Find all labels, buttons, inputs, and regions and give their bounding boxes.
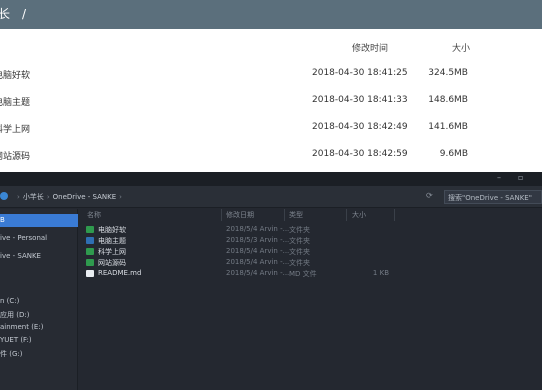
file-name: 科学上网: [98, 248, 126, 256]
file-row[interactable]: 电脑主题 2018/5/3 Arvin -... 文件夹: [79, 235, 542, 246]
web-file-size: 324.5MB: [428, 68, 468, 78]
breadcrumb-separator: /: [22, 7, 27, 21]
web-file-row[interactable]: 电脑主题 2018-04-30 18:41:33 148.6MB: [0, 95, 542, 122]
web-file-name[interactable]: 网站源码: [0, 149, 30, 162]
column-header-size[interactable]: 大小: [352, 210, 366, 220]
folder-icon: [86, 226, 94, 233]
column-divider[interactable]: [221, 209, 222, 221]
file-date: 2018/5/4 Arvin -...: [226, 247, 290, 255]
file-date: 2018/5/4 Arvin -...: [226, 258, 290, 266]
chevron-right-icon: ›: [119, 193, 122, 201]
breadcrumb-current[interactable]: 长: [0, 7, 10, 21]
web-file-date: 2018-04-30 18:41:33: [312, 95, 408, 105]
web-file-name[interactable]: 电脑主题: [0, 95, 30, 108]
address-segment[interactable]: 小芊长: [23, 193, 44, 201]
sidebar-item-drive-e[interactable]: ainment (E:): [0, 321, 78, 334]
file-type: MD 文件: [289, 270, 317, 278]
file-name: 电脑主题: [98, 237, 126, 245]
web-file-name[interactable]: 电脑好软: [0, 68, 30, 81]
web-file-row[interactable]: 电脑好软 2018-04-30 18:41:25 324.5MB: [0, 68, 542, 95]
web-file-date: 2018-04-30 18:42:49: [312, 122, 408, 132]
sidebar-item-onedrive-personal[interactable]: ive - Personal: [0, 232, 78, 245]
web-file-size: 148.6MB: [428, 95, 468, 105]
refresh-icon[interactable]: ⟳: [426, 191, 438, 203]
file-date: 2018/5/4 Arvin -...: [226, 269, 290, 277]
sidebar-item-drive-c[interactable]: n (C:): [0, 295, 78, 308]
sidebar-item-drive-g[interactable]: 件 (G:): [0, 347, 78, 360]
file-name: 网站源码: [98, 259, 126, 267]
sidebar-item-selected[interactable]: B: [0, 214, 78, 227]
address-path[interactable]: › 小芊长 › OneDrive - SANKE ›: [14, 192, 125, 202]
column-divider[interactable]: [284, 209, 285, 221]
web-file-row[interactable]: 科学上网 2018-04-30 18:42:49 141.6MB: [0, 122, 542, 149]
file-name: 电脑好软: [98, 226, 126, 234]
file-type: 文件夹: [289, 248, 310, 256]
minimize-button[interactable]: –: [497, 173, 501, 182]
search-input[interactable]: 搜索"OneDrive - SANKE": [444, 190, 542, 204]
file-icon: [86, 270, 94, 277]
column-header-date[interactable]: 修改日期: [226, 210, 254, 220]
column-header-size[interactable]: 大小: [452, 41, 470, 54]
file-row[interactable]: 电脑好软 2018/5/4 Arvin -... 文件夹: [79, 224, 542, 235]
web-file-date: 2018-04-30 18:41:25: [312, 68, 408, 78]
address-segment[interactable]: OneDrive - SANKE: [53, 193, 117, 201]
address-bar[interactable]: › 小芊长 › OneDrive - SANKE › ⟳ 搜索"OneDrive - S…: [0, 186, 542, 208]
column-divider[interactable]: [346, 209, 347, 221]
sidebar-item-drive-f[interactable]: YUET (F:): [0, 334, 78, 347]
web-header-bar: 长 /: [0, 0, 542, 29]
file-row[interactable]: 网站源码 2018/5/4 Arvin -... 文件夹: [79, 257, 542, 268]
folder-icon: [86, 248, 94, 255]
window-titlebar: – ▫: [0, 172, 542, 186]
file-size: 1 KB: [372, 269, 389, 277]
folder-icon: [86, 259, 94, 266]
file-row[interactable]: README.md 2018/5/4 Arvin -... MD 文件 1 KB: [79, 268, 542, 279]
file-name: README.md: [98, 269, 142, 277]
column-divider[interactable]: [394, 209, 395, 221]
column-header-name[interactable]: 名称: [87, 210, 101, 220]
file-type: 文件夹: [289, 259, 310, 267]
navigation-pane: B ive - Personal ive - SANKE n (C:) 应用 (…: [0, 209, 78, 390]
breadcrumb: 长 /: [0, 5, 26, 22]
web-file-listing: 长/ 修改时间 大小 电脑好软 2018-04-30 18:41:25 324.…: [0, 0, 542, 172]
file-explorer-window: – ▫ › 小芊长 › OneDrive - SANKE › ⟳ 搜索"OneDrive…: [0, 172, 542, 390]
sidebar-item-onedrive-sanke[interactable]: ive - SANKE: [0, 250, 78, 263]
file-list: 名称 修改日期 类型 大小 电脑好软 2018/5/4 Arvin -... 文…: [79, 209, 542, 390]
file-row[interactable]: 科学上网 2018/5/4 Arvin -... 文件夹: [79, 246, 542, 257]
web-file-size: 9.6MB: [439, 149, 468, 159]
column-headers: 名称 修改日期 类型 大小: [79, 209, 542, 221]
folder-icon: [86, 237, 94, 244]
file-date: 2018/5/3 Arvin -...: [226, 236, 290, 244]
chevron-right-icon: ›: [46, 193, 50, 201]
file-date: 2018/5/4 Arvin -...: [226, 225, 290, 233]
web-file-date: 2018-04-30 18:42:59: [312, 149, 408, 159]
maximize-button[interactable]: ▫: [518, 173, 523, 182]
file-type: 文件夹: [289, 226, 310, 234]
search-placeholder: 搜索"OneDrive - SANKE": [448, 194, 532, 202]
web-file-size: 141.6MB: [428, 122, 468, 132]
sidebar-item-drive-d[interactable]: 应用 (D:): [0, 308, 78, 321]
column-header-type[interactable]: 类型: [289, 210, 303, 220]
chevron-right-icon: ›: [17, 193, 20, 201]
onedrive-icon: [0, 192, 8, 200]
file-type: 文件夹: [289, 237, 310, 245]
web-file-name[interactable]: 科学上网: [0, 122, 30, 135]
column-header-modified[interactable]: 修改时间: [352, 41, 388, 54]
